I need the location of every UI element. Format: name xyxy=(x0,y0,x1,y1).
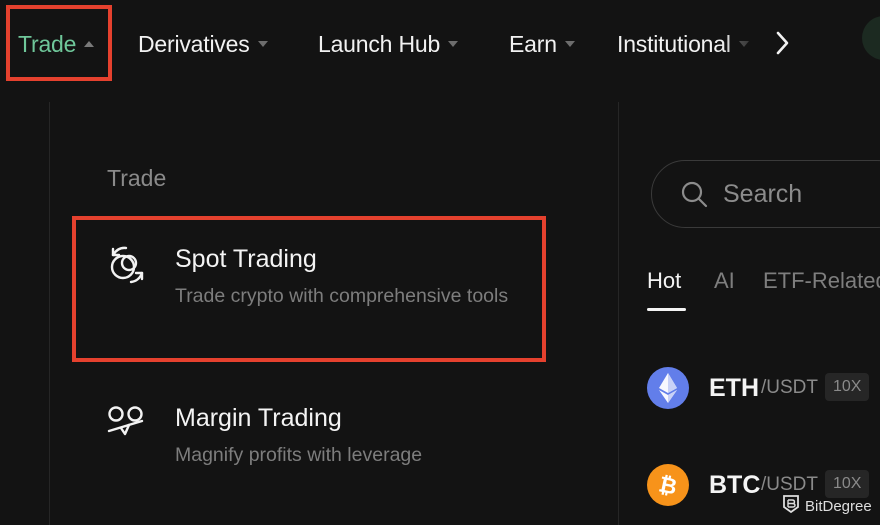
eth-coin-icon xyxy=(647,367,689,409)
highlight-box-trade xyxy=(6,5,112,81)
panel-border xyxy=(49,102,50,525)
nav-item-institutional[interactable]: Institutional xyxy=(617,28,749,60)
section-title: Trade xyxy=(107,165,167,191)
search-placeholder: Search xyxy=(723,180,803,208)
nav-item-label: Earn xyxy=(509,30,557,57)
coin-row-eth[interactable]: ETH /USDT 10X xyxy=(647,367,880,411)
search-input[interactable]: Search xyxy=(651,160,880,228)
active-tab-indicator xyxy=(647,308,686,311)
caret-down-icon xyxy=(738,41,749,47)
caret-down-icon xyxy=(564,41,575,47)
menu-item-description: Magnify profits with leverage xyxy=(175,444,423,466)
nav-item-launch-hub[interactable]: Launch Hub xyxy=(318,28,459,60)
column-divider xyxy=(618,102,619,525)
coin-quote: /USDT xyxy=(761,474,818,495)
nav-item-label: Institutional xyxy=(617,30,731,57)
svg-text:₿: ₿ xyxy=(656,472,679,500)
coin-symbol: BTC xyxy=(709,471,761,499)
nav-item-earn[interactable]: Earn xyxy=(509,28,575,60)
leverage-badge: 10X xyxy=(825,373,870,401)
margin-trading-icon xyxy=(104,404,150,444)
nav-item-label: Launch Hub xyxy=(318,30,441,57)
caret-down-icon xyxy=(257,41,268,47)
caret-down-icon xyxy=(448,41,459,47)
top-navigation: Trade Derivatives Launch Hub Earn Instit… xyxy=(0,0,880,86)
tab-etf-related[interactable]: ETF-Related xyxy=(763,268,880,294)
menu-item-margin-trading[interactable]: Margin Trading Magnify profits with leve… xyxy=(104,404,524,474)
coin-quote: /USDT xyxy=(761,377,818,398)
chevron-right-icon[interactable] xyxy=(772,28,794,58)
watermark-text: BitDegree xyxy=(805,497,872,515)
watermark: BitDegree xyxy=(782,494,872,518)
coin-symbol: ETH xyxy=(709,374,759,402)
search-icon xyxy=(680,180,710,210)
market-tabs: Hot AI ETF-Related xyxy=(647,268,880,314)
highlight-box-spot-trading xyxy=(72,216,546,362)
nav-item-derivatives[interactable]: Derivatives xyxy=(138,28,268,60)
nav-item-label: Derivatives xyxy=(138,30,250,57)
avatar[interactable] xyxy=(862,16,880,60)
btc-coin-icon: ₿ xyxy=(647,464,689,506)
menu-item-title: Margin Trading xyxy=(175,404,342,432)
tab-hot[interactable]: Hot xyxy=(647,268,681,294)
bitdegree-logo-icon xyxy=(782,494,800,518)
tab-ai[interactable]: AI xyxy=(714,268,735,294)
